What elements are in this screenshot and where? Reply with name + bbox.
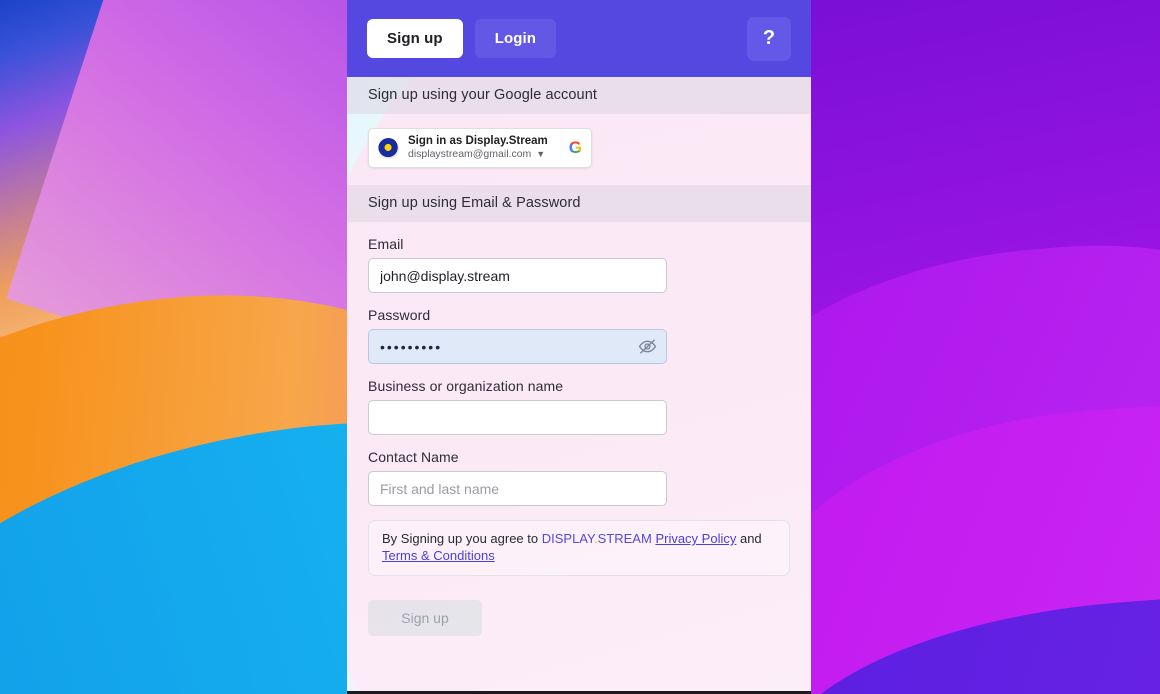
google-account-email-row: displaystream@gmail.com ▼: [408, 148, 565, 162]
top-navigation-bar: Sign up Login ?: [347, 0, 811, 77]
field-contact: Contact Name: [368, 449, 790, 506]
field-password: Password: [368, 307, 790, 364]
contact-name-input[interactable]: [368, 471, 667, 506]
google-logo-icon: G: [568, 138, 582, 157]
business-input[interactable]: [368, 400, 667, 435]
google-signin-zone: Sign in as Display.Stream displaystream@…: [347, 114, 811, 185]
signup-submit-button[interactable]: Sign up: [368, 600, 482, 637]
signup-form: Email Password Business or organization …: [347, 222, 811, 506]
terms-conjunction: and: [736, 531, 762, 546]
password-input-wrap: [368, 329, 667, 364]
chevron-down-icon[interactable]: ▼: [536, 149, 545, 161]
email-input[interactable]: [368, 258, 667, 293]
google-signin-card[interactable]: Sign in as Display.Stream displaystream@…: [368, 128, 592, 168]
field-email: Email: [368, 236, 790, 293]
tab-login[interactable]: Login: [474, 19, 557, 58]
google-account-title: Sign in as Display.Stream: [408, 134, 548, 147]
terms-prefix: By Signing up you agree to: [382, 531, 542, 546]
password-label: Password: [368, 307, 431, 323]
user-avatar-icon: [378, 137, 399, 159]
wallpaper-left: [0, 0, 348, 694]
privacy-policy-link[interactable]: Privacy Policy: [655, 531, 736, 546]
signup-panel: Sign up Login ? Sign up using your Googl…: [347, 0, 811, 694]
field-business: Business or organization name: [368, 378, 790, 435]
google-card-text: Sign in as Display.Stream displaystream@…: [408, 134, 565, 162]
email-section-heading: Sign up using Email & Password: [347, 185, 811, 222]
help-icon[interactable]: ?: [747, 16, 791, 61]
business-label: Business or organization name: [368, 378, 564, 394]
submit-zone: Sign up: [347, 576, 811, 637]
google-account-email: displaystream@gmail.com: [408, 148, 532, 161]
password-input[interactable]: [368, 329, 667, 364]
brand-stream: STREAM: [597, 531, 656, 546]
contact-name-label: Contact Name: [368, 449, 459, 465]
brand-display: DISPLAY: [541, 531, 595, 546]
tab-signup[interactable]: Sign up: [367, 19, 463, 58]
email-label: Email: [368, 236, 404, 252]
wallpaper-right: [810, 0, 1160, 694]
google-section-heading: Sign up using your Google account: [347, 77, 811, 114]
terms-conditions-link[interactable]: Terms & Conditions: [382, 548, 495, 563]
eye-slash-icon[interactable]: [635, 335, 659, 359]
terms-agreement-box: By Signing up you agree to DISPLAY.STREA…: [368, 520, 790, 577]
